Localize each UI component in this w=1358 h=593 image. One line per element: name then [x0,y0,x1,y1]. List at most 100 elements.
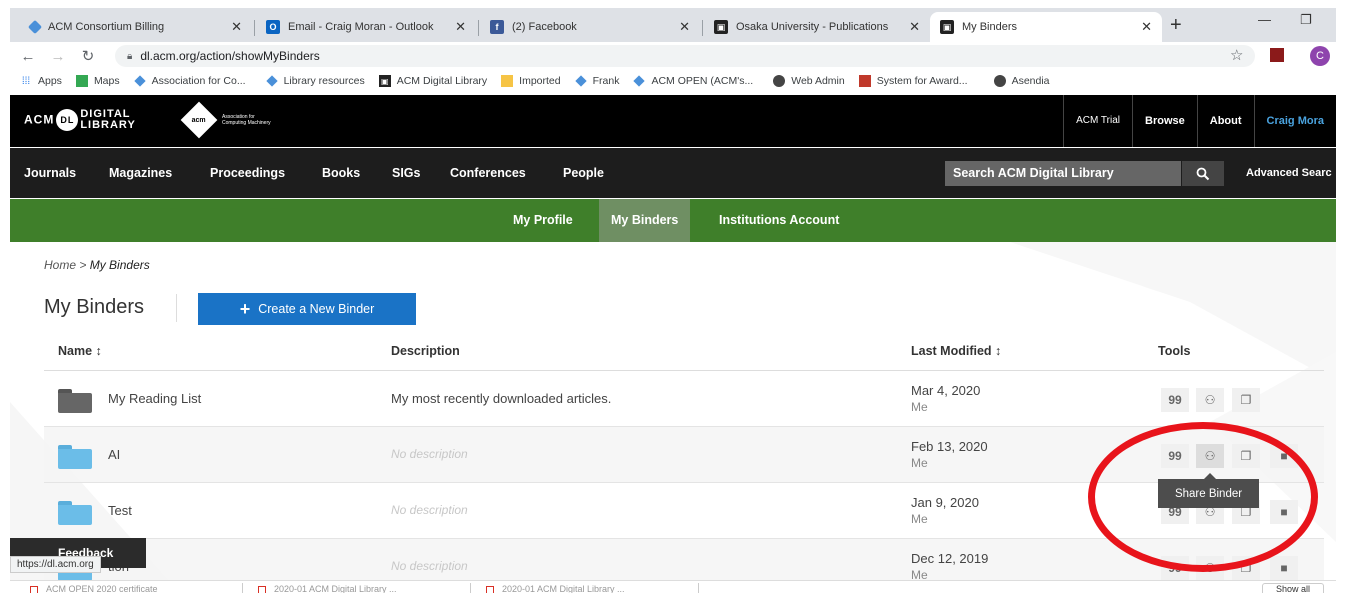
globe-icon [773,75,786,87]
profile-avatar[interactable]: C [1310,46,1330,66]
close-icon[interactable]: ✕ [679,19,690,35]
tab-title: Osaka University - Publications [736,21,889,33]
show-all-downloads-button[interactable]: Show all [1262,583,1324,593]
binder-name[interactable]: My Reading List [108,391,201,406]
download-item[interactable]: ACM OPEN 2020 certificate [30,584,230,593]
close-icon[interactable]: ✕ [455,19,466,35]
bookmark-acm-dl[interactable]: ▣ ACM Digital Library [378,75,487,87]
url-bar[interactable]: 🔒︎ dl.acm.org/action/showMyBinders [115,45,1255,67]
bookmark-system-for-award[interactable]: System for Award... [858,75,968,87]
binder-owner: Me [911,456,928,470]
binder-description: No description [391,503,468,517]
pdf-extension-icon[interactable] [1270,48,1284,62]
subnav-institutions-account[interactable]: Institutions Account [707,199,851,242]
close-icon[interactable]: ✕ [1141,19,1152,35]
bookmark-web-admin[interactable]: Web Admin [773,75,845,87]
acm-diamond-icon [574,75,587,87]
share-binder-icon[interactable]: ⚇ [1196,388,1224,412]
outlook-icon: O [266,20,280,34]
nav-people[interactable]: People [563,148,604,198]
apps-grid-icon: ⁞⁞⁞ [21,75,31,87]
acm-trial-link[interactable]: ACM Trial [1063,95,1132,147]
restore-icon[interactable]: ❐ [1300,12,1312,28]
search-icon [1196,167,1210,180]
breadcrumb-home[interactable]: Home [44,258,76,272]
bookmark-maps[interactable]: Maps [75,75,120,87]
nav-proceedings[interactable]: Proceedings [210,148,285,198]
search-input[interactable]: Search ACM Digital Library [945,161,1181,186]
nav-books[interactable]: Books [322,148,360,198]
reload-icon[interactable]: ↻ [76,47,100,65]
subnav-my-binders[interactable]: My Binders [599,199,691,242]
forward-arrow-icon[interactable]: → [46,48,70,65]
search-button[interactable] [1182,161,1224,186]
about-link[interactable]: About [1196,95,1254,147]
copy-icon[interactable]: ❐ [1232,388,1260,412]
maps-icon [75,75,88,87]
folder-icon [58,445,92,469]
new-tab-icon[interactable]: + [1170,14,1182,37]
page-title: My Binders [44,296,145,318]
bookmarks-bar: ⁞⁞⁞ Apps Maps Association for Co... Libra… [10,70,1336,92]
download-item[interactable]: 2020-01 ACM Digital Library ... [486,584,686,593]
bookmark-library-resources[interactable]: Library resources [265,75,365,87]
globe-icon [993,75,1006,87]
status-bar-url: https://dl.acm.org [10,556,101,573]
browser-tab-osaka[interactable]: ▣ Osaka University - Publications ✕ [704,12,930,42]
cite-icon[interactable]: 99 [1161,388,1189,412]
create-binder-button[interactable]: + Create a New Binder [198,293,416,325]
user-menu-link[interactable]: Craig Mora [1253,95,1336,147]
binder-name[interactable]: AI [108,447,120,462]
nav-journals[interactable]: Journals [24,148,76,198]
nav-conferences[interactable]: Conferences [450,148,526,198]
acm-diamond-icon: acm [180,101,218,139]
bookmark-apps[interactable]: ⁞⁞⁞ Apps [20,75,62,87]
browse-link[interactable]: Browse [1132,95,1197,147]
col-header-last-modified[interactable]: Last Modified ↕ [911,344,1001,358]
delete-icon[interactable]: ■ [1270,556,1298,580]
folder-icon [58,389,92,413]
col-header-tools: Tools [1158,344,1191,358]
url-text: dl.acm.org/action/showMyBinders [140,49,320,63]
nav-sigs[interactable]: SIGs [392,148,421,198]
folder-icon [58,501,92,525]
binder-name[interactable]: Test [108,503,132,518]
browser-tab-facebook[interactable]: f (2) Facebook ✕ [480,12,700,42]
binder-date: Feb 13, 2020 [911,439,988,454]
close-icon[interactable]: ✕ [909,19,920,35]
breadcrumb: Home > My Binders [44,258,150,272]
browser-tab-outlook[interactable]: O Email - Craig Moran - Outlook ✕ [256,12,476,42]
table-row[interactable]: My Reading List My most recently downloa… [44,371,1324,427]
pdf-file-icon [258,586,266,593]
acm-org-logo[interactable]: acm Association for Computing Machinery [180,101,271,139]
back-arrow-icon[interactable]: ← [16,48,40,65]
acm-dl-logo[interactable]: ACM DL DIGITAL LIBRARY [24,109,136,131]
browser-tab-my-binders[interactable]: ▣ My Binders ✕ [930,12,1162,42]
bookmark-asendia[interactable]: Asendia [993,75,1050,87]
advanced-search-link[interactable]: Advanced Searc [1246,148,1332,198]
binder-date: Mar 4, 2020 [911,383,981,398]
close-icon[interactable]: ✕ [231,19,242,35]
tab-title: (2) Facebook [512,21,577,33]
download-item[interactable]: 2020-01 ACM Digital Library ... [258,584,458,593]
nav-magazines[interactable]: Magazines [109,148,172,198]
bookmark-frank[interactable]: Frank [574,75,619,87]
bookmark-star-icon[interactable]: ☆ [1230,46,1243,64]
subnav-my-profile[interactable]: My Profile [501,199,585,242]
lock-icon: 🔒︎ [127,50,133,62]
sam-icon [858,75,871,87]
minimize-icon[interactable]: — [1258,12,1271,27]
binder-owner: Me [911,400,928,414]
acm-diamond-icon [265,75,278,87]
bookmark-acm-open[interactable]: ACM OPEN (ACM's... [633,75,753,87]
bookmark-association[interactable]: Association for Co... [133,75,246,87]
binder-description: No description [391,559,468,573]
bookmark-imported[interactable]: Imported [501,75,561,87]
tab-title: ACM Consortium Billing [48,21,165,33]
binder-owner: Me [911,512,928,526]
acm-dl-icon: ▣ [940,20,954,34]
folder-icon [501,75,514,87]
col-header-name[interactable]: Name ↕ [58,344,102,358]
downloads-bar: ACM OPEN 2020 certificate 2020-01 ACM Di… [10,580,1336,593]
browser-tab-acm-billing[interactable]: ACM Consortium Billing ✕ [20,12,252,42]
